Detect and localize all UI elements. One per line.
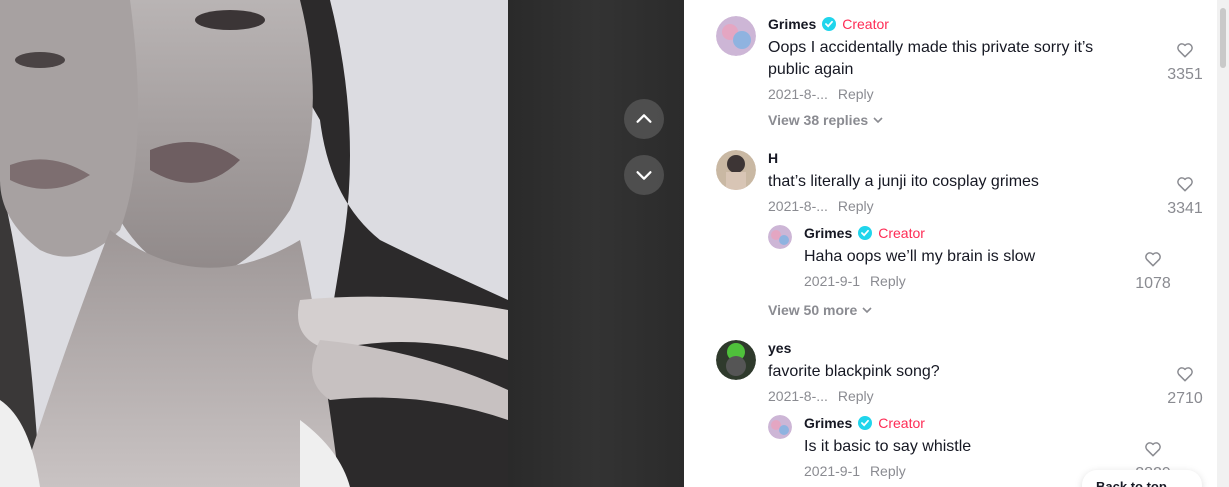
author-name[interactable]: Grimes	[768, 16, 816, 32]
view-replies-label: View 38 replies	[768, 112, 869, 128]
heart-icon	[1177, 367, 1193, 382]
comment-text: favorite blackpink song?	[768, 363, 940, 380]
like-button[interactable]: 3351	[1163, 40, 1207, 84]
heart-icon	[1145, 442, 1161, 457]
video-frame[interactable]	[0, 0, 508, 487]
video-still-image	[0, 0, 508, 487]
comment-author[interactable]: Grimes Creator	[804, 415, 925, 431]
reply-button[interactable]: Reply	[838, 198, 874, 214]
heart-icon	[1177, 43, 1193, 58]
chevron-down-icon	[636, 171, 652, 180]
scrollbar[interactable]	[1217, 0, 1229, 487]
like-count: 3341	[1167, 200, 1203, 217]
heart-icon	[1145, 252, 1161, 267]
comment-date: 2021-8-...	[768, 198, 828, 214]
avatar[interactable]	[768, 225, 792, 249]
avatar[interactable]	[768, 415, 792, 439]
reply-button[interactable]: Reply	[838, 388, 874, 404]
chevron-down-icon	[873, 117, 883, 124]
comment-date: 2021-8-...	[768, 86, 828, 102]
comment-date: 2021-9-1	[804, 273, 861, 289]
back-to-top-label: Back to top	[1096, 479, 1167, 487]
author-name[interactable]: Grimes	[804, 415, 852, 431]
verified-badge-icon	[822, 17, 837, 31]
avatar[interactable]	[716, 340, 756, 380]
comment-text: Haha oops we’ll my brain is slow	[804, 248, 1036, 265]
like-button[interactable]: 2710	[1163, 364, 1207, 408]
comment-text: that’s literally a junji ito cosplay gri…	[768, 173, 1039, 190]
like-count: 1078	[1135, 275, 1171, 292]
verified-badge-icon	[858, 416, 873, 430]
avatar[interactable]	[716, 150, 756, 190]
like-button[interactable]: 3341	[1163, 174, 1207, 218]
comment-text: Oops I accidentally made this private so…	[768, 39, 1094, 78]
like-count: 2710	[1167, 390, 1203, 407]
verified-badge-icon	[858, 226, 873, 240]
previous-video-button[interactable]	[624, 99, 664, 139]
comment-author[interactable]: yes	[768, 340, 791, 356]
view-replies-button[interactable]: View 38 replies	[768, 112, 884, 128]
like-count: 3351	[1167, 66, 1203, 83]
author-name[interactable]: yes	[768, 340, 791, 356]
author-name[interactable]: Grimes	[804, 225, 852, 241]
view-replies-button[interactable]: View 50 more	[768, 302, 873, 318]
creator-label: Creator	[878, 225, 925, 241]
next-video-button[interactable]	[624, 155, 664, 195]
comment-text: Is it basic to say whistle	[804, 438, 972, 455]
scrollbar-thumb[interactable]	[1220, 8, 1226, 68]
comment-date: 2021-8-...	[768, 388, 828, 404]
chevron-up-icon	[636, 114, 652, 123]
creator-label: Creator	[842, 16, 889, 32]
comment-date: 2021-9-1	[804, 463, 861, 479]
comments-panel[interactable]: Grimes Creator Oops I accidentally made …	[684, 0, 1229, 487]
reply-button[interactable]: Reply	[870, 273, 906, 289]
comment-author[interactable]: H	[768, 150, 778, 166]
reply-button[interactable]: Reply	[838, 86, 874, 102]
like-button[interactable]: 1078	[1131, 249, 1175, 293]
comment-author[interactable]: Grimes Creator	[768, 16, 889, 32]
author-name[interactable]: H	[768, 150, 778, 166]
reply-button[interactable]: Reply	[870, 463, 906, 479]
video-player[interactable]	[0, 0, 684, 487]
view-replies-label: View 50 more	[768, 302, 858, 318]
heart-icon	[1177, 177, 1193, 192]
avatar[interactable]	[716, 16, 756, 56]
comment-author[interactable]: Grimes Creator	[804, 225, 925, 241]
creator-label: Creator	[878, 415, 925, 431]
chevron-down-icon	[862, 307, 872, 314]
back-to-top-button[interactable]: Back to top	[1082, 470, 1202, 487]
video-backdrop	[508, 0, 684, 487]
